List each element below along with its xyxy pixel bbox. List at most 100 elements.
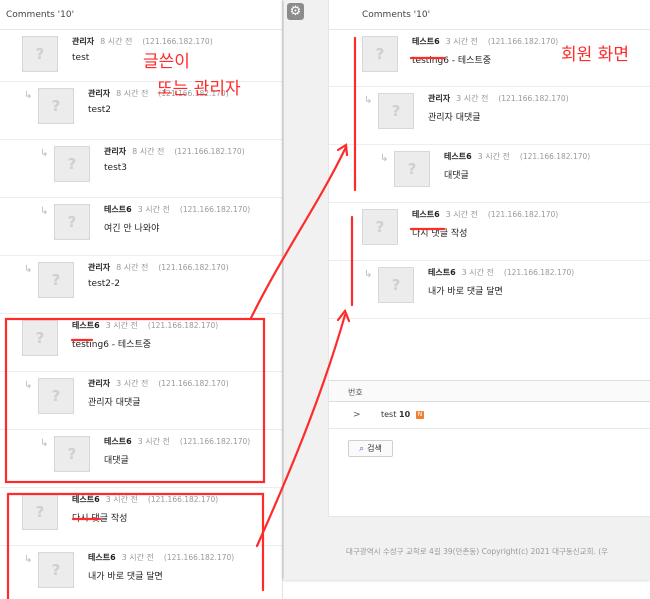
comment-time: 8 시간 전 bbox=[132, 147, 165, 156]
post-title-link[interactable]: test bbox=[381, 410, 396, 419]
comment-ip: (121.166.182.170) bbox=[503, 268, 575, 277]
comment-text: test2 bbox=[88, 105, 112, 115]
comments-header: Comments '10' bbox=[0, 6, 282, 30]
avatar: ? bbox=[362, 209, 398, 245]
comment-time: 3 시간 전 bbox=[445, 37, 478, 46]
avatar: ? bbox=[394, 151, 430, 187]
reply-arrow-icon: ↳ bbox=[24, 554, 33, 565]
comment-author: 테스트6 bbox=[412, 210, 440, 219]
chevron-right-icon: > bbox=[353, 410, 361, 420]
comment-author: 테스트6 bbox=[444, 152, 472, 161]
avatar: ? bbox=[38, 378, 74, 414]
reply-arrow-icon: ↳ bbox=[380, 153, 389, 164]
avatar: ? bbox=[54, 436, 90, 472]
comment-meta: 테스트6 3 시간 전 (121.166.182.170) bbox=[104, 436, 250, 447]
comment-text: 다시 댓글 작성 bbox=[72, 514, 128, 524]
comment-time: 3 시간 전 bbox=[105, 495, 138, 504]
comment-time: 3 시간 전 bbox=[461, 268, 494, 277]
avatar: ? bbox=[54, 204, 90, 240]
comment-text: 관리자 대댓글 bbox=[88, 398, 141, 408]
annotation-member-view-label: 회원 화면 bbox=[561, 45, 629, 65]
comment-time: 8 시간 전 bbox=[100, 37, 133, 46]
reply-arrow-icon: ↳ bbox=[364, 95, 373, 106]
comment-ip: (121.166.182.170) bbox=[147, 495, 219, 504]
comment-text: testing6 - 테스트중 bbox=[72, 340, 152, 350]
reply-arrow-icon: ↳ bbox=[24, 380, 33, 391]
comment-time: 3 시간 전 bbox=[137, 437, 170, 446]
comment-ip: (121.166.182.170) bbox=[147, 321, 219, 330]
comment-author: 테스트6 bbox=[428, 268, 456, 277]
comment-author: 관리자 bbox=[88, 379, 111, 388]
comment-item: ↳? 관리자 8 시간 전 (121.166.182.170) test3 bbox=[0, 140, 282, 198]
gear-icon[interactable]: ⚙ bbox=[287, 3, 304, 20]
comment-author: 관리자 bbox=[104, 147, 127, 156]
board-row[interactable]: > test 10 N bbox=[329, 402, 650, 429]
reply-arrow-icon: ↳ bbox=[40, 206, 49, 217]
comment-time: 8 시간 전 bbox=[116, 89, 149, 98]
search-button-label: 검색 bbox=[367, 444, 382, 453]
comment-text: 대댓글 bbox=[444, 171, 469, 181]
comment-item: ↳? 테스트6 3 시간 전 (121.166.182.170) 내가 바로 댓글 달면 bbox=[0, 546, 282, 599]
comment-item: ↳? 테스트6 3 시간 전 (121.166.182.170) 대댓글 bbox=[0, 430, 282, 488]
comment-ip: (121.166.182.170) bbox=[179, 205, 251, 214]
comment-item: ↳? 테스트6 3 시간 전 (121.166.182.170) 대댓글 bbox=[329, 145, 650, 203]
comment-text: test bbox=[72, 53, 90, 63]
comment-count: 10 bbox=[399, 410, 411, 419]
comment-item: ↳? 관리자 8 시간 전 (121.166.182.170) test2-2 bbox=[0, 256, 282, 314]
board-column-number: 번호 bbox=[329, 380, 650, 402]
comment-meta: 테스트6 3 시간 전 (121.166.182.170) bbox=[104, 204, 250, 215]
comment-meta: 관리자 8 시간 전 (121.166.182.170) bbox=[72, 36, 213, 47]
comment-author: 테스트6 bbox=[412, 37, 440, 46]
reply-arrow-icon: ↳ bbox=[40, 438, 49, 449]
avatar: ? bbox=[22, 36, 58, 72]
avatar: ? bbox=[378, 267, 414, 303]
comment-item: ↳? 테스트6 3 시간 전 (121.166.182.170) 내가 바로 댓글 달면 bbox=[329, 261, 650, 319]
comment-author: 관리자 bbox=[428, 94, 451, 103]
comment-meta: 테스트6 3 시간 전 (121.166.182.170) bbox=[88, 552, 234, 563]
comment-text: testing6 - 테스트중 bbox=[412, 56, 492, 66]
comment-ip: (121.166.182.170) bbox=[174, 147, 245, 156]
comment-ip: (121.166.182.170) bbox=[142, 37, 213, 46]
search-icon: ⌕ bbox=[359, 443, 365, 454]
comment-author: 관리자 bbox=[88, 263, 111, 272]
comment-meta: 관리자 8 시간 전 (121.166.182.170) bbox=[88, 262, 229, 273]
comment-author: 테스트6 bbox=[72, 495, 100, 504]
avatar: ? bbox=[22, 320, 58, 356]
comment-time: 3 시간 전 bbox=[116, 379, 149, 388]
avatar: ? bbox=[38, 262, 74, 298]
avatar: ? bbox=[22, 494, 58, 530]
comment-ip: (121.166.182.170) bbox=[487, 37, 559, 46]
comment-meta: 테스트6 3 시간 전 (121.166.182.170) bbox=[444, 151, 590, 162]
comment-author: 관리자 bbox=[72, 37, 95, 46]
new-badge: N bbox=[416, 411, 424, 419]
comment-meta: 테스트6 3 시간 전 (121.166.182.170) bbox=[72, 320, 218, 331]
comment-author: 테스트6 bbox=[88, 553, 116, 562]
comment-ip: (121.166.182.170) bbox=[498, 94, 569, 103]
reply-arrow-icon: ↳ bbox=[24, 264, 33, 275]
comment-meta: 관리자 3 시간 전 (121.166.182.170) bbox=[428, 93, 569, 104]
comment-time: 3 시간 전 bbox=[121, 553, 154, 562]
comment-time: 3 시간 전 bbox=[477, 152, 510, 161]
reply-arrow-icon: ↳ bbox=[364, 269, 373, 280]
comment-time: 3 시간 전 bbox=[445, 210, 478, 219]
comment-text: test2-2 bbox=[88, 279, 120, 289]
annotation-author-label: 글쓴이 bbox=[143, 52, 190, 72]
member-view-content: Comments '10' 번호 > test 10 N ⌕ 검색 ? 테스트6 3… bbox=[328, 0, 650, 517]
reply-arrow-icon: ↳ bbox=[24, 90, 33, 101]
comment-author: 관리자 bbox=[88, 89, 111, 98]
comment-meta: 테스트6 3 시간 전 (121.166.182.170) bbox=[412, 209, 558, 220]
comment-meta: 관리자 3 시간 전 (121.166.182.170) bbox=[88, 378, 229, 389]
avatar: ? bbox=[54, 146, 90, 182]
comment-ip: (121.166.182.170) bbox=[179, 437, 251, 446]
comment-author: 테스트6 bbox=[72, 321, 100, 330]
comment-time: 8 시간 전 bbox=[116, 263, 149, 272]
search-button[interactable]: ⌕ 검색 bbox=[348, 440, 393, 457]
comment-item: ? 테스트6 3 시간 전 (121.166.182.170) 다시 댓글 작성 bbox=[0, 488, 282, 546]
comment-ip: (121.166.182.170) bbox=[487, 210, 559, 219]
comment-text: 내가 바로 댓글 달면 bbox=[428, 287, 503, 297]
comment-item: ↳? 관리자 3 시간 전 (121.166.182.170) 관리자 대댓글 bbox=[329, 87, 650, 145]
comments-header: Comments '10' bbox=[329, 6, 650, 30]
comment-ip: (121.166.182.170) bbox=[158, 379, 229, 388]
comment-text: 여긴 안 나와야 bbox=[104, 224, 160, 234]
avatar: ? bbox=[38, 552, 74, 588]
